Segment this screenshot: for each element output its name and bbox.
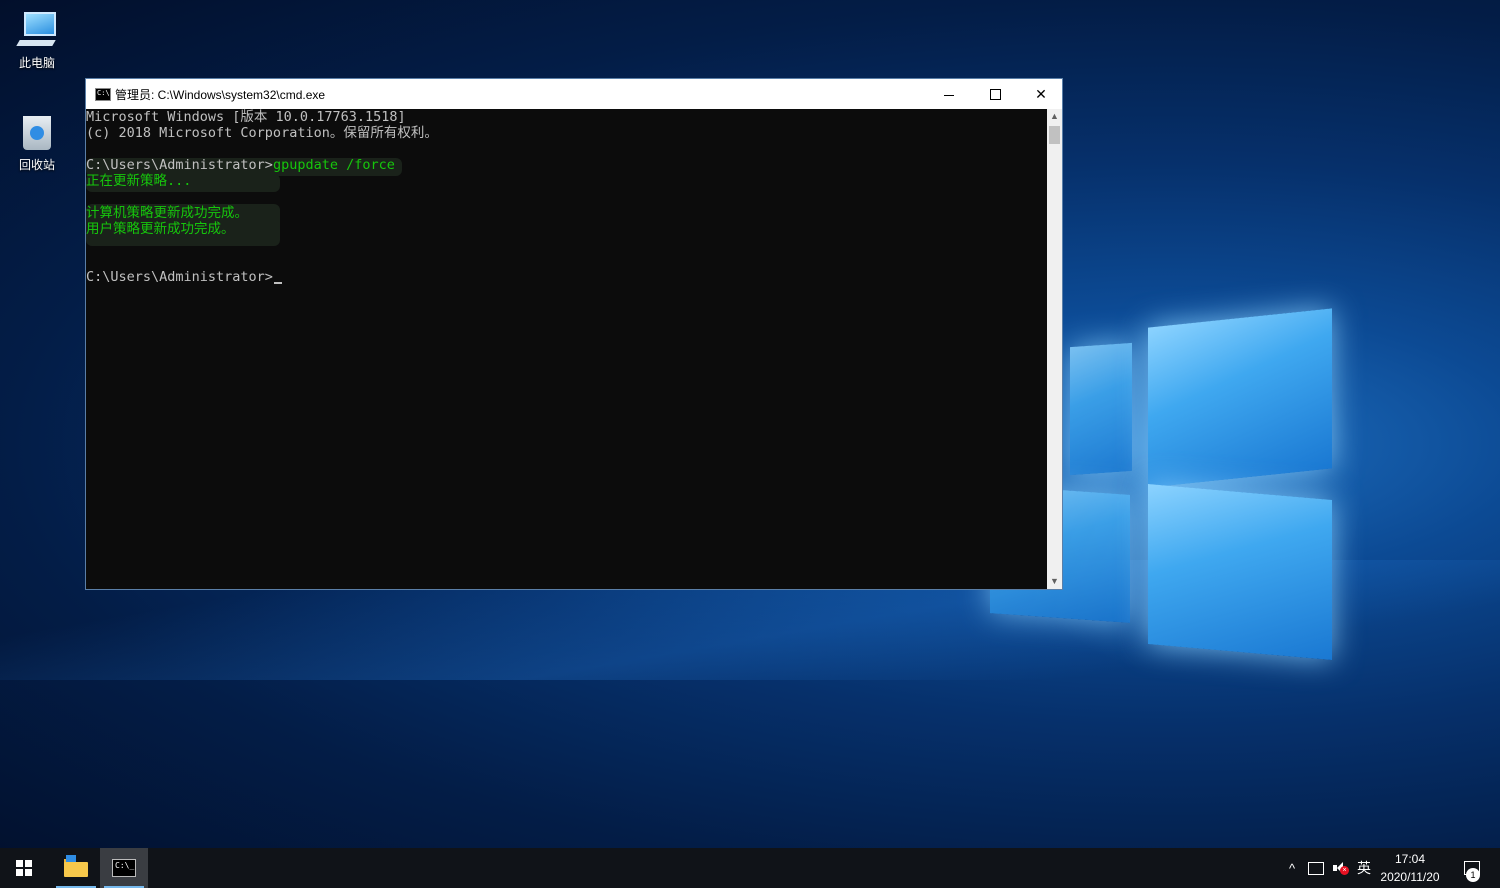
desktop-icon-recycle-bin[interactable]: 回收站	[2, 110, 72, 173]
prompt: C:\Users\Administrator>	[86, 157, 273, 173]
scroll-down-icon[interactable]: ▼	[1047, 574, 1062, 589]
input-language-indicator[interactable]: 英	[1354, 848, 1374, 888]
maximize-icon	[989, 88, 1001, 100]
show-hidden-icons-button[interactable]: ^	[1282, 848, 1302, 888]
desktop-icon-label: 回收站	[18, 158, 55, 172]
console-line: C:\Users\Administrator>	[86, 269, 282, 285]
taskbar: C:\_ ^ 英 17:04 2020/11/20	[0, 848, 1500, 888]
windows-start-icon	[16, 860, 32, 876]
server-manager-icon	[64, 855, 88, 877]
title-bar[interactable]: C:\ 管理员: C:\Windows\system32\cmd.exe ✕	[86, 79, 1062, 109]
text-cursor	[273, 282, 282, 284]
chevron-up-icon: ^	[1288, 860, 1296, 876]
console-line: Microsoft Windows [版本 10.0.17763.1518]	[86, 109, 406, 125]
cmd-icon: C:\_	[112, 859, 136, 877]
clock[interactable]: 17:04 2020/11/20	[1372, 850, 1448, 886]
maximize-button[interactable]	[972, 79, 1018, 109]
vertical-scrollbar[interactable]: ▲ ▼	[1047, 109, 1062, 589]
windows-logo-pane	[1148, 483, 1332, 661]
console-line: 正在更新策略...	[86, 173, 192, 189]
console-line: 用户策略更新成功完成。	[86, 221, 235, 237]
cmd-window[interactable]: C:\ 管理员: C:\Windows\system32\cmd.exe ✕ M…	[85, 78, 1063, 590]
window-title: 管理员: C:\Windows\system32\cmd.exe	[115, 88, 326, 102]
console-line: (c) 2018 Microsoft Corporation。保留所有权利。	[86, 125, 438, 141]
clock-time: 17:04	[1394, 852, 1426, 866]
desktop-icon-label: 此电脑	[18, 56, 55, 70]
console-line: 计算机策略更新成功完成。	[86, 205, 248, 221]
prompt: C:\Users\Administrator>	[86, 269, 273, 285]
close-button[interactable]: ✕	[1018, 79, 1064, 109]
scroll-thumb[interactable]	[1049, 126, 1060, 144]
command-text: gpupdate /force	[272, 157, 395, 173]
minimize-icon	[944, 94, 954, 96]
close-icon: ✕	[1035, 85, 1047, 102]
start-button[interactable]	[0, 848, 48, 888]
clock-date: 2020/11/20	[1380, 870, 1440, 884]
taskbar-app-cmd[interactable]: C:\_	[100, 848, 148, 888]
mute-badge-icon: ×	[1340, 866, 1349, 875]
windows-logo-pane	[1070, 342, 1132, 476]
notification-count-badge: 1	[1466, 868, 1480, 882]
console-output[interactable]: Microsoft Windows [版本 10.0.17763.1518] (…	[86, 109, 1046, 589]
cmd-app-icon[interactable]: C:\	[95, 88, 111, 101]
taskbar-app-server-manager[interactable]	[52, 848, 100, 888]
network-icon	[1308, 861, 1324, 875]
recycle-bin-icon	[19, 110, 55, 152]
desktop-icon-this-pc[interactable]: 此电脑	[2, 10, 72, 71]
network-button[interactable]	[1304, 848, 1328, 888]
scroll-up-icon[interactable]: ▲	[1047, 109, 1062, 124]
computer-icon	[16, 10, 56, 50]
console-line: C:\Users\Administrator>gpupdate /force	[86, 157, 395, 173]
windows-logo-pane	[1148, 308, 1332, 488]
minimize-button[interactable]	[926, 79, 972, 109]
